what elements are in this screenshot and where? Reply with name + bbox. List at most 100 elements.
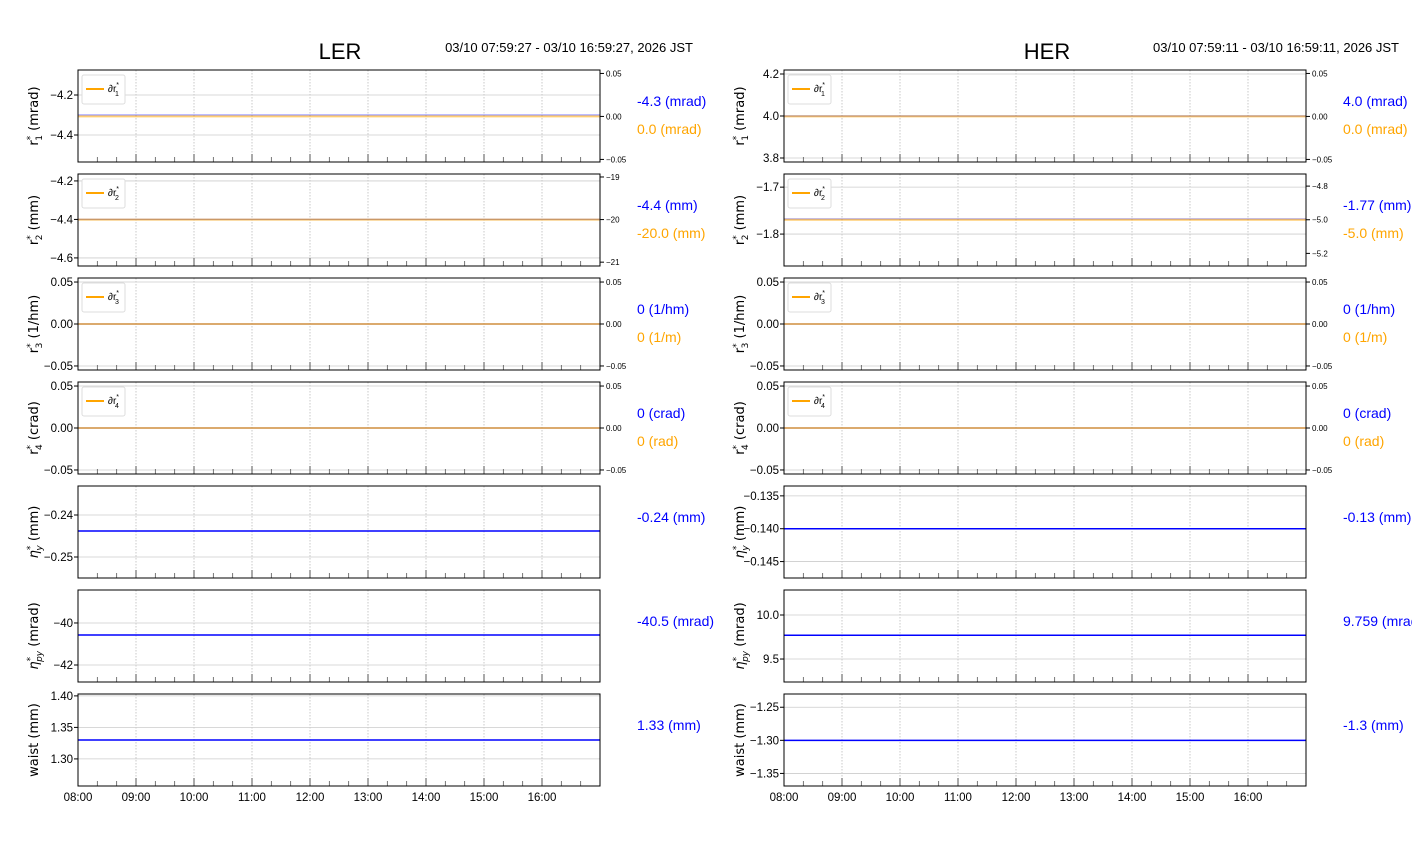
panel: 0.05 0.00 −0.05 0.05 0.00 −0.05 ∂r* 3 r*3 (1/hm)… <box>26 277 689 373</box>
panel: −40 −42 η*py (mrad) -40.5 (mrad) <box>26 589 714 683</box>
secondary-y-tick-label: 0.00 <box>1312 320 1328 329</box>
chart-ler: LER 03/10 07:59:27 - 03/10 16:59:27, 2026… <box>26 39 714 804</box>
y-tick-label: 4.2 <box>763 69 779 81</box>
secondary-y-tick-label: −0.05 <box>606 466 627 475</box>
y-tick-label: −1.7 <box>756 182 779 194</box>
value-readout-secondary: 0 (1/m) <box>1343 329 1387 345</box>
secondary-y-tick-label: −0.05 <box>1312 466 1333 475</box>
figure: LER 03/10 07:59:27 - 03/10 16:59:27, 2026… <box>26 39 1412 804</box>
panel: 0.05 0.00 −0.05 0.05 0.00 −0.05 ∂r* 3 r*3 (1/hm)… <box>732 277 1395 373</box>
x-tick-label: 12:00 <box>296 792 325 804</box>
secondary-y-tick-label: −21 <box>606 258 620 267</box>
y-tick-label: 10.0 <box>757 610 779 622</box>
value-readout-primary: -0.13 (mm) <box>1343 509 1411 525</box>
y-axis-label: r*2 (mm) <box>26 195 45 245</box>
y-tick-label: −4.4 <box>50 130 73 142</box>
y-tick-label: −0.145 <box>744 557 780 569</box>
y-tick-label: 1.35 <box>51 722 73 734</box>
value-readout-primary: -4.4 (mm) <box>637 197 698 213</box>
secondary-y-tick-label: −0.05 <box>1312 362 1333 371</box>
y-axis-label: r*2 (mm) <box>732 195 751 245</box>
x-tick-label: 11:00 <box>944 792 972 804</box>
value-readout-secondary: 0 (rad) <box>1343 433 1384 449</box>
x-tick-label: 09:00 <box>828 792 857 804</box>
value-readout-secondary: 0.0 (mrad) <box>637 121 702 137</box>
y-tick-label: 4.0 <box>763 111 779 123</box>
y-axis-label: η*y (mm) <box>26 506 45 559</box>
y-axis-label: r*4 (crad) <box>26 401 45 455</box>
y-tick-label: 9.5 <box>763 654 779 666</box>
value-readout-primary: -1.77 (mm) <box>1343 197 1411 213</box>
x-tick-label: 13:00 <box>1060 792 1089 804</box>
secondary-y-tick-label: 0.05 <box>1312 278 1328 287</box>
x-tick-label: 09:00 <box>122 792 151 804</box>
value-readout-secondary: -5.0 (mm) <box>1343 225 1404 241</box>
value-readout-primary: 0 (1/hm) <box>637 301 689 317</box>
y-axis-label: r*1 (mrad) <box>26 86 45 145</box>
x-tick-label: 08:00 <box>770 792 799 804</box>
y-tick-label: −0.05 <box>44 465 73 477</box>
panel: −0.24 −0.25η*y (mm) -0.24 (mm) <box>26 485 705 579</box>
secondary-y-tick-label: −0.05 <box>1312 155 1333 164</box>
y-tick-label: 1.40 <box>51 691 73 703</box>
y-tick-label: −4.6 <box>50 253 73 265</box>
y-axis-label: η*py (mrad) <box>26 602 45 669</box>
y-tick-label: 1.30 <box>51 754 73 766</box>
value-readout-primary: -1.3 (mm) <box>1343 717 1404 733</box>
y-tick-label: 0.00 <box>51 423 73 435</box>
secondary-y-tick-label: −0.05 <box>606 362 627 371</box>
value-readout-primary: 1.33 (mm) <box>637 717 701 733</box>
y-tick-label: 0.05 <box>757 277 779 289</box>
secondary-y-tick-label: −5.2 <box>1312 249 1328 258</box>
axes-frame <box>77 485 601 579</box>
y-tick-label: −0.05 <box>750 465 779 477</box>
y-tick-label: 0.05 <box>51 277 73 289</box>
panel: −4.2 −4.4 −4.6 −19 −20 −21 ∂r* 2 r*2 (mm) -4.4 (m… <box>26 173 705 267</box>
secondary-y-tick-label: 0.00 <box>1312 424 1328 433</box>
x-tick-label: 16:00 <box>1234 792 1263 804</box>
legend: ∂r* 3 <box>81 282 126 313</box>
y-axis-label: r*1 (mrad) <box>732 86 751 145</box>
x-tick-label: 12:00 <box>1002 792 1031 804</box>
y-tick-label: −4.2 <box>50 176 73 188</box>
chart-her: HER 03/10 07:59:11 - 03/10 16:59:11, 2026… <box>732 39 1412 804</box>
secondary-y-tick-label: 0.05 <box>1312 382 1328 391</box>
value-readout-primary: 0 (crad) <box>637 405 685 421</box>
x-tick-label: 08:00 <box>64 792 93 804</box>
y-tick-label: −0.140 <box>744 524 780 536</box>
secondary-y-tick-label: −0.05 <box>606 155 627 164</box>
legend: ∂r* 4 <box>81 386 126 417</box>
y-tick-label: 0.05 <box>51 381 73 393</box>
secondary-y-tick-label: −20 <box>606 216 620 225</box>
value-readout-primary: -0.24 (mm) <box>637 509 705 525</box>
legend: ∂r* 2 <box>81 178 126 209</box>
value-readout-secondary: 0 (1/m) <box>637 329 681 345</box>
panel: −1.25 −1.30 −1.35waist (mm) -1.3 (mm) <box>733 693 1404 787</box>
value-readout-primary: -40.5 (mrad) <box>637 613 714 629</box>
x-tick-label: 14:00 <box>1118 792 1147 804</box>
x-tick-label: 15:00 <box>1176 792 1205 804</box>
time-range-label: 03/10 07:59:11 - 03/10 16:59:11, 2026 JS… <box>1153 40 1399 55</box>
value-readout-primary: -4.3 (mrad) <box>637 93 706 109</box>
y-tick-label: −40 <box>53 618 73 630</box>
y-tick-label: −42 <box>53 660 73 672</box>
secondary-y-tick-label: 0.05 <box>1312 69 1328 78</box>
y-tick-label: −4.4 <box>50 214 73 226</box>
secondary-y-tick-label: 0.05 <box>606 278 622 287</box>
y-tick-label: −0.135 <box>744 491 780 503</box>
panel: 0.05 0.00 −0.05 0.05 0.00 −0.05 ∂r* 4 r*4 (crad)… <box>26 381 685 477</box>
legend: ∂r* 2 <box>787 178 832 209</box>
legend: ∂r* 1 <box>787 74 832 105</box>
panel: 1.40 1.35 1.30 waist (mm) 1.33 (mm) <box>27 691 701 787</box>
y-tick-label: −0.05 <box>44 361 73 373</box>
value-readout-primary: 9.759 (mrad) <box>1343 613 1412 629</box>
secondary-y-tick-label: 0.00 <box>606 424 622 433</box>
panel: 10.0 9.5 η*py (mrad) 9.759 (mrad) <box>732 589 1412 683</box>
y-axis-label: r*3 (1/hm) <box>732 295 751 353</box>
panel: 4.2 4.0 3.8 0.05 0.00 −0.05 ∂r* 1 r*1 (mrad) 4.0 … <box>732 69 1408 165</box>
y-axis-label: η*py (mrad) <box>732 602 751 669</box>
panel: −4.2 −4.4 0.05 0.00 −0.05 ∂r* 1 r*1 (mrad) -4.3 … <box>26 69 706 164</box>
value-readout-secondary: -20.0 (mm) <box>637 225 705 241</box>
x-tick-label: 10:00 <box>886 792 915 804</box>
y-axis-label: waist (mm) <box>733 703 748 777</box>
